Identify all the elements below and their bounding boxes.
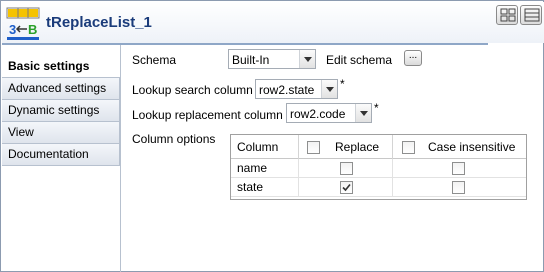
sidebar-item-view[interactable]: View: [2, 122, 120, 144]
chevron-down-icon: [299, 50, 315, 68]
sidebar-item-label: Documentation: [8, 147, 89, 161]
replace-checkbox[interactable]: [340, 162, 353, 175]
sidebar-item-label: Basic settings: [8, 59, 90, 73]
column-options-table: Column Replace Case insensitive name sta…: [230, 134, 527, 200]
sidebar-item-label: Advanced settings: [8, 81, 107, 95]
schema-label: Schema: [132, 53, 177, 67]
svg-text:3: 3: [9, 22, 16, 37]
checkmark-icon: [342, 183, 351, 192]
sidebar-divider: [120, 45, 121, 272]
case-insensitive-header-label: Case insensitive: [428, 140, 516, 154]
case-insensitive-header[interactable]: Case insensitive: [393, 135, 526, 159]
schema-select[interactable]: Built-In: [228, 49, 316, 69]
column-cell: state: [231, 178, 299, 197]
schema-select-value: Built-In: [232, 53, 270, 67]
column-cell: name: [231, 159, 299, 178]
lookup-search-column-value: row2.state: [259, 83, 315, 97]
sidebar-item-basic-settings[interactable]: Basic settings: [2, 56, 120, 78]
lookup-replacement-column-select[interactable]: row2.code: [286, 103, 372, 123]
sidebar-item-label: Dynamic settings: [8, 103, 100, 117]
chevron-down-icon: [355, 104, 371, 122]
replace-cell: [299, 159, 393, 178]
lookup-replacement-column-value: row2.code: [290, 107, 346, 121]
column-header[interactable]: Column: [231, 135, 299, 159]
replace-header[interactable]: Replace: [299, 135, 393, 159]
column-options-label: Column options: [132, 132, 216, 146]
component-title: tReplaceList_1: [46, 14, 152, 31]
replace-select-all-checkbox[interactable]: [307, 141, 320, 154]
table-row[interactable]: state: [231, 178, 526, 197]
header-divider: [2, 43, 488, 45]
layout-button[interactable]: [520, 5, 542, 25]
sidebar-item-dynamic-settings[interactable]: Dynamic settings: [2, 100, 120, 122]
replace-cell: [299, 178, 393, 197]
svg-text:B: B: [28, 22, 37, 37]
required-marker: *: [340, 77, 345, 91]
view-toggle-button[interactable]: [496, 5, 518, 25]
case-insensitive-select-all-checkbox[interactable]: [402, 141, 415, 154]
layout-icon: [524, 8, 540, 22]
case-insensitive-cell: [393, 159, 526, 178]
table-header-row: Column Replace Case insensitive: [231, 135, 526, 159]
view-toggle-icon: [500, 8, 516, 22]
chevron-down-icon: [321, 80, 337, 98]
case-insensitive-checkbox[interactable]: [452, 162, 465, 175]
component-header: 3 B tReplaceList_1: [2, 2, 544, 43]
treplacelist-component-icon: 3 B: [6, 7, 40, 41]
replace-header-label: Replace: [335, 140, 380, 154]
edit-schema-label: Edit schema: [326, 53, 393, 67]
lookup-replacement-column-label: Lookup replacement column: [132, 108, 283, 122]
sidebar-item-documentation[interactable]: Documentation: [2, 144, 120, 166]
replace-checkbox[interactable]: [340, 181, 353, 194]
sidebar-item-label: View: [8, 125, 34, 139]
case-insensitive-cell: [393, 178, 526, 197]
component-settings-panel: 3 B tReplaceList_1 Basic settings Advanc…: [0, 0, 544, 272]
table-row[interactable]: name: [231, 159, 526, 178]
lookup-search-column-select[interactable]: row2.state: [255, 79, 338, 99]
lookup-search-column-label: Lookup search column: [132, 83, 253, 97]
case-insensitive-checkbox[interactable]: [452, 181, 465, 194]
edit-schema-button[interactable]: ...: [404, 50, 422, 66]
required-marker: *: [374, 101, 379, 115]
sidebar-item-advanced-settings[interactable]: Advanced settings: [2, 78, 120, 100]
settings-sidebar: Basic settings Advanced settings Dynamic…: [2, 56, 120, 166]
